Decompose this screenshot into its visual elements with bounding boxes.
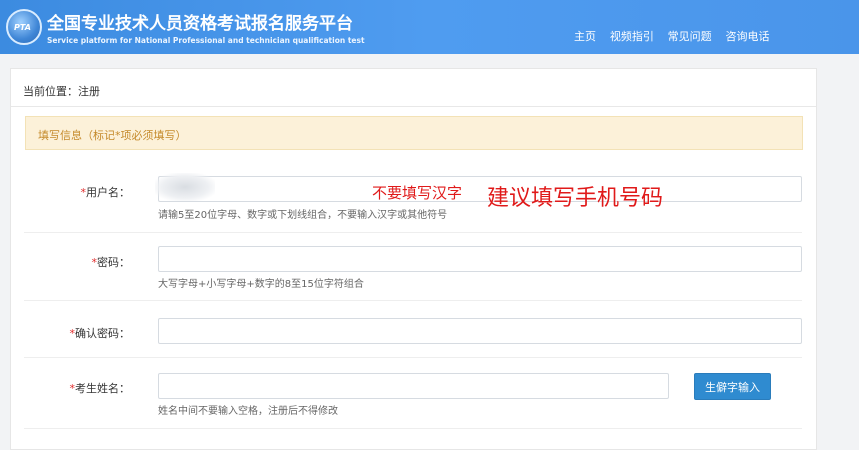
confirm-password-label-text: 确认密码： <box>75 327 130 340</box>
top-header: PTA 全国专业技术人员资格考试报名服务平台 Service platform … <box>0 0 859 54</box>
row-divider <box>24 300 802 301</box>
nav-hotline-link[interactable]: 咨询电话 <box>725 28 769 44</box>
username-input[interactable] <box>158 176 802 202</box>
annotation-no-chinese: 不要填写汉字 <box>372 184 463 202</box>
top-nav: 主页 视频指引 常见问题 咨询电话 <box>574 28 779 44</box>
confirm-password-input[interactable] <box>158 318 802 344</box>
nav-home-link[interactable]: 主页 <box>574 28 596 44</box>
password-label-text: 密码： <box>97 256 130 269</box>
breadcrumb-divider <box>11 106 816 107</box>
confirm-password-label: *确认密码： <box>10 325 131 341</box>
candidate-name-label-text: 考生姓名： <box>75 382 130 395</box>
password-label: *密码： <box>10 254 131 270</box>
username-label-text: 用户名： <box>86 186 130 199</box>
candidate-name-hint: 姓名中间不要输入空格，注册后不得修改 <box>158 406 338 417</box>
notice-text: 填写信息（标记*项必须填写） <box>38 129 187 142</box>
row-divider <box>24 428 802 429</box>
password-hint: 大写字母+小写字母+数字的8至15位字符组合 <box>158 279 364 290</box>
password-input[interactable] <box>158 246 802 272</box>
rare-character-input-button[interactable]: 生僻字输入 <box>694 373 771 400</box>
annotation-suggest-phone: 建议填写手机号码 <box>487 186 664 211</box>
notice-banner: 填写信息（标记*项必须填写） <box>25 116 803 150</box>
nav-faq-link[interactable]: 常见问题 <box>668 28 712 44</box>
candidate-name-label: *考生姓名： <box>10 380 131 396</box>
username-hint: 请输5至20位字母、数字或下划线组合，不要输入汉字或其他符号 <box>158 210 448 221</box>
row-divider <box>24 232 802 233</box>
blurred-username-value <box>155 173 215 201</box>
site-title: 全国专业技术人员资格考试报名服务平台 <box>47 14 353 34</box>
nav-video-guide-link[interactable]: 视频指引 <box>610 28 654 44</box>
username-label: *用户名： <box>10 184 131 200</box>
site-subtitle: Service platform for National Profession… <box>47 36 365 45</box>
candidate-name-input[interactable] <box>158 373 669 399</box>
breadcrumb: 当前位置：注册 <box>23 85 100 98</box>
logo-text: PTA <box>14 23 31 32</box>
row-divider <box>24 357 802 358</box>
site-logo[interactable]: PTA <box>6 9 42 45</box>
